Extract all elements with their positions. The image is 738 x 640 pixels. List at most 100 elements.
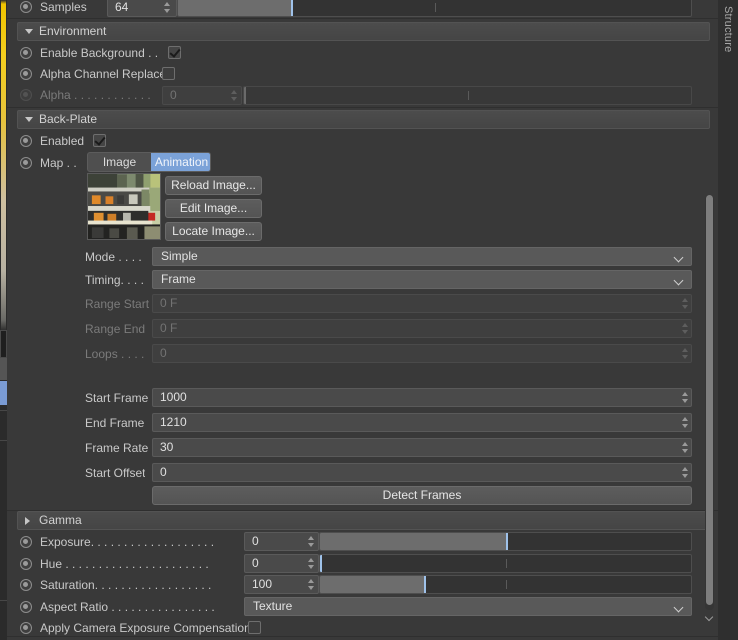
exposure-spinner[interactable] <box>306 532 317 551</box>
chevron-down-icon <box>675 604 683 612</box>
mode-dropdown[interactable]: Simple <box>152 247 692 266</box>
structure-tab-strip[interactable]: Structure <box>717 0 738 640</box>
hue-slider[interactable] <box>319 554 692 573</box>
back-plate-enabled-animation-track-icon[interactable] <box>20 135 32 147</box>
reload-image-button[interactable]: Reload Image... <box>165 176 262 195</box>
alpha-label: Alpha . . . . . . . . . . . . <box>40 88 151 102</box>
range-start-spinner <box>680 294 691 313</box>
mode-value: Simple <box>161 249 198 263</box>
start-offset-row: Start Offset 0 <box>7 462 718 484</box>
range-start-field: 0 F <box>152 294 692 313</box>
scroll-down-chevron-icon[interactable] <box>705 612 714 622</box>
aspect-ratio-label: Aspect Ratio . . . . . . . . . . . . . .… <box>40 600 215 614</box>
exposure-slider-knob[interactable] <box>505 533 508 550</box>
samples-slider-tick <box>434 3 436 12</box>
attribute-manager-body: Samples 64 Environment Enable Background… <box>7 0 718 640</box>
gamma-disclosure-arrow[interactable] <box>25 517 30 525</box>
saturation-animation-track-icon[interactable] <box>20 579 32 591</box>
back-plate-map-label: Map . . <box>40 156 77 170</box>
alpha-channel-replace-row: Alpha Channel Replace <box>7 63 718 85</box>
loops-field: 0 <box>152 344 692 363</box>
saturation-spinner[interactable] <box>306 575 317 594</box>
enable-background-animation-track-icon[interactable] <box>20 47 32 59</box>
timing-row: Timing. . . . Frame <box>7 269 718 291</box>
start-frame-value: 1000 <box>160 390 187 404</box>
frame-rate-field[interactable]: 30 <box>152 438 692 457</box>
end-frame-field[interactable]: 1210 <box>152 413 692 432</box>
range-start-label: Range Start <box>85 297 150 311</box>
alpha-channel-replace-animation-track-icon[interactable] <box>20 68 32 80</box>
end-frame-row: End Frame 1210 <box>7 412 718 434</box>
vertical-scrollbar-thumb[interactable] <box>706 195 713 605</box>
samples-spinner[interactable] <box>162 0 173 17</box>
detect-frames-button[interactable]: Detect Frames <box>152 486 692 505</box>
start-frame-label: Start Frame <box>85 391 149 405</box>
structure-tab-label: Structure <box>722 6 734 53</box>
samples-row: Samples 64 <box>7 0 718 18</box>
saturation-slider-knob[interactable] <box>423 576 426 593</box>
back-plate-enabled-checkbox[interactable] <box>93 134 106 147</box>
samples-slider-fill <box>178 0 291 16</box>
map-tab-animation[interactable]: Animation <box>151 153 210 171</box>
samples-slider-knob[interactable] <box>290 0 293 16</box>
hue-slider-knob[interactable] <box>320 555 322 572</box>
timing-label: Timing. . . . <box>85 273 144 287</box>
apply-camera-exposure-checkbox[interactable] <box>248 621 261 634</box>
aspect-ratio-dropdown[interactable]: Texture <box>244 597 692 616</box>
timing-dropdown[interactable]: Frame <box>152 270 692 289</box>
start-offset-spinner[interactable] <box>680 463 691 482</box>
samples-slider[interactable] <box>177 0 692 17</box>
saturation-slider[interactable] <box>319 575 692 594</box>
range-start-value: 0 F <box>160 296 178 310</box>
left-strip-block-2 <box>0 358 7 380</box>
exposure-row: Exposure. . . . . . . . . . . . . . . . … <box>7 531 718 553</box>
exposure-animation-track-icon[interactable] <box>20 536 32 548</box>
aspect-ratio-row: Aspect Ratio . . . . . . . . . . . . . .… <box>7 596 718 618</box>
group-back-plate[interactable]: Back-Plate <box>17 110 710 129</box>
range-start-row: Range Start 0 F <box>7 293 718 315</box>
left-panel-sliver <box>0 0 7 640</box>
group-gamma[interactable]: Gamma <box>17 511 710 530</box>
alpha-channel-replace-checkbox[interactable] <box>162 67 175 80</box>
back-plate-group-label: Back-Plate <box>39 112 98 126</box>
samples-value: 64 <box>115 0 129 14</box>
enable-background-checkbox[interactable] <box>168 46 181 59</box>
locate-image-button[interactable]: Locate Image... <box>165 222 262 241</box>
left-strip-divider-3 <box>0 600 7 601</box>
back-plate-thumbnail[interactable] <box>87 173 161 240</box>
alpha-row: Alpha . . . . . . . . . . . . 0 <box>7 84 718 106</box>
back-plate-enabled-row: Enabled <box>7 130 718 152</box>
edit-image-button[interactable]: Edit Image... <box>165 199 262 218</box>
aspect-ratio-value: Texture <box>253 599 293 613</box>
group-environment[interactable]: Environment <box>17 22 710 41</box>
map-tab-image[interactable]: Image <box>88 153 151 171</box>
samples-animation-track-icon[interactable] <box>20 1 32 13</box>
end-frame-spinner[interactable] <box>680 413 691 432</box>
start-offset-field[interactable]: 0 <box>152 463 692 482</box>
samples-label: Samples <box>40 0 87 14</box>
start-frame-field[interactable]: 1000 <box>152 388 692 407</box>
apply-camera-exposure-animation-track-icon[interactable] <box>20 622 32 634</box>
hue-spinner[interactable] <box>306 554 317 573</box>
vertical-scrollbar[interactable] <box>705 195 714 610</box>
environment-disclosure-arrow[interactable] <box>25 29 33 34</box>
end-frame-label: End Frame <box>85 416 145 430</box>
hue-animation-track-icon[interactable] <box>20 558 32 570</box>
frame-rate-spinner[interactable] <box>680 438 691 457</box>
loops-spinner <box>680 344 691 363</box>
frame-rate-row: Frame Rate 30 <box>7 437 718 459</box>
back-plate-map-animation-track-icon[interactable] <box>20 157 32 169</box>
saturation-slider-tick <box>505 580 507 589</box>
viewport-edge-sliver <box>1 0 6 330</box>
saturation-label: Saturation. . . . . . . . . . . . . . . … <box>40 578 212 592</box>
range-end-label: Range End <box>85 322 146 336</box>
aspect-ratio-animation-track-icon[interactable] <box>20 601 32 613</box>
alpha-value: 0 <box>170 88 177 102</box>
alpha-channel-replace-label: Alpha Channel Replace <box>40 67 167 81</box>
start-frame-spinner[interactable] <box>680 388 691 407</box>
back-plate-disclosure-arrow[interactable] <box>25 117 33 122</box>
chevron-down-icon <box>675 277 683 285</box>
map-type-segmented-control[interactable]: Image Animation <box>87 152 211 172</box>
back-plate-map-row: Map . . Image Animation <box>7 152 718 174</box>
exposure-slider[interactable] <box>319 532 692 551</box>
